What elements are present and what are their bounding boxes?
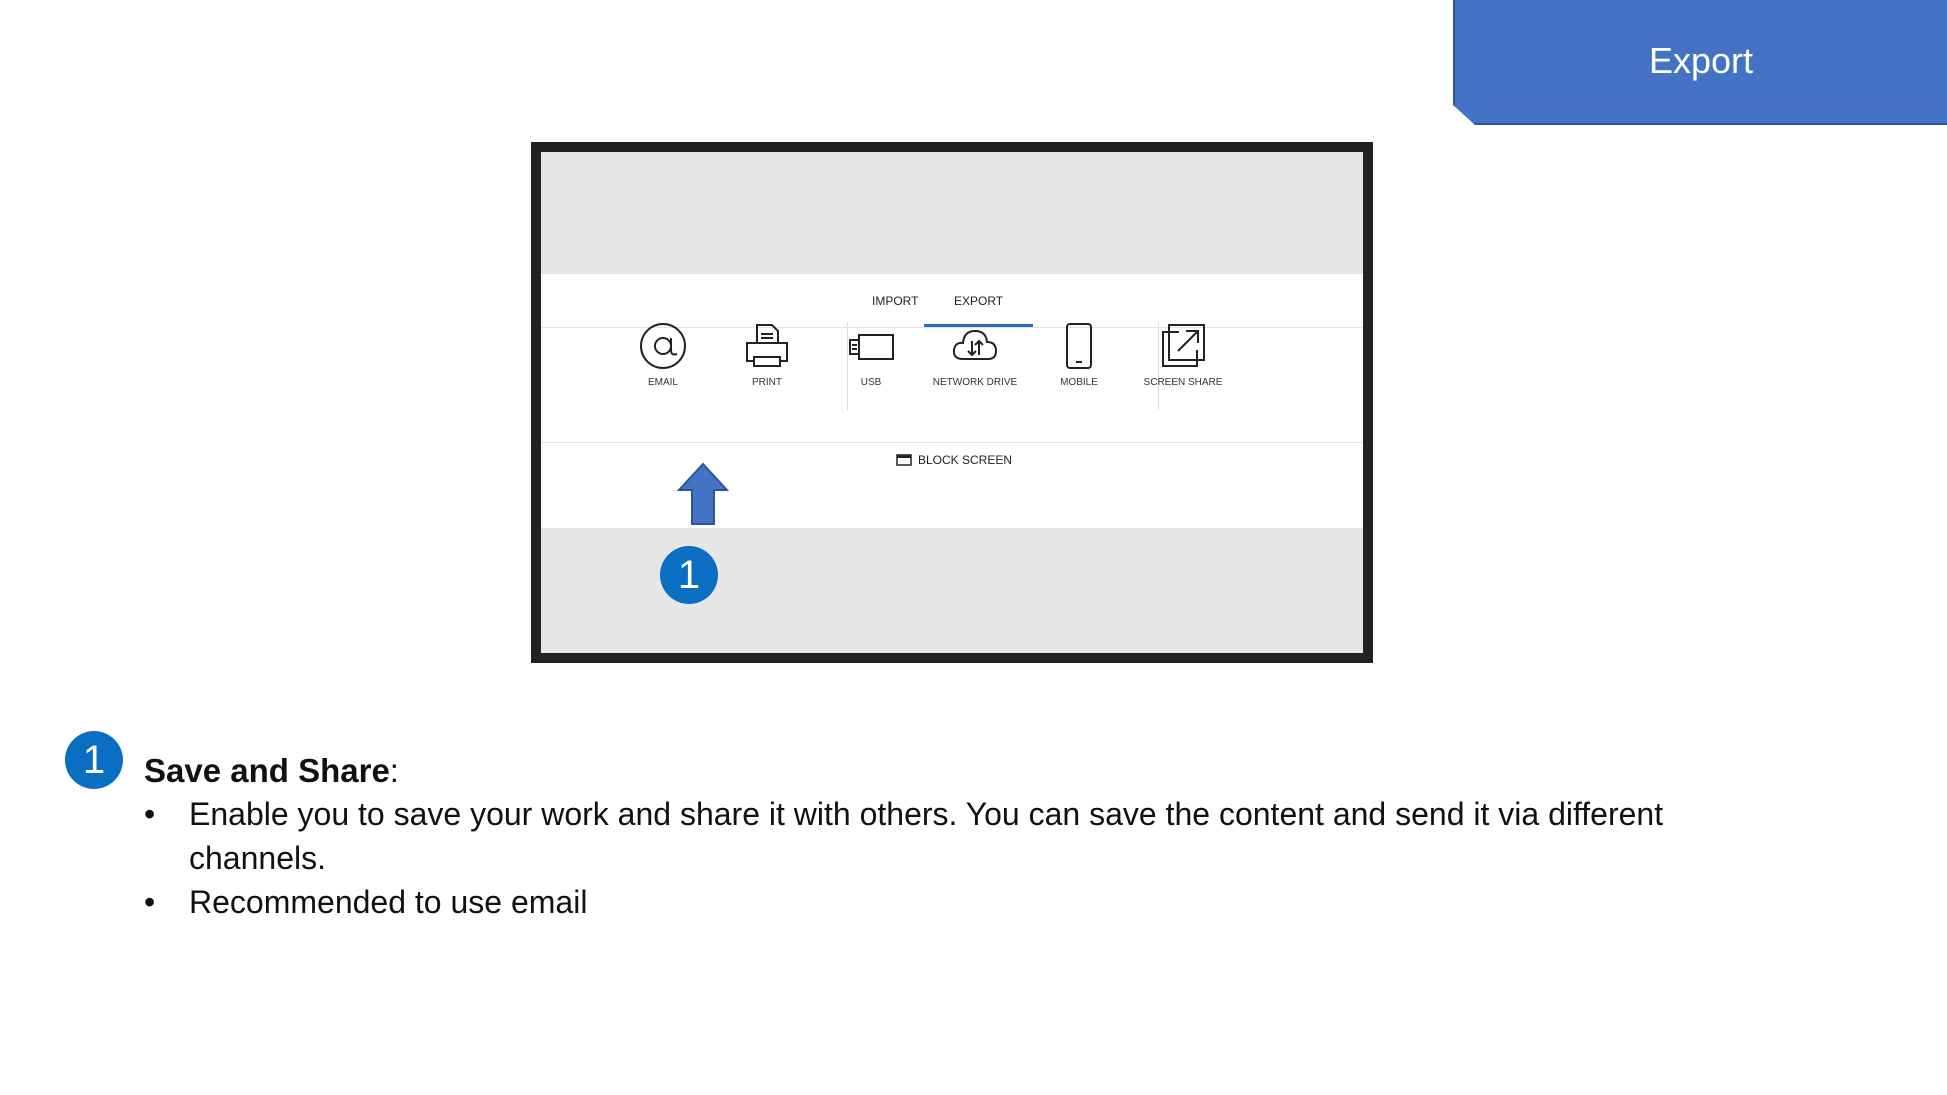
export-title-tab: Export [1453,0,1947,125]
note-heading: Save and Share: [144,752,399,790]
mobile-icon [1066,323,1092,369]
note-bullet-list: Enable you to save your work and share i… [144,792,1784,924]
note-number-badge: 1 [65,731,123,789]
block-screen-button[interactable]: BLOCK SCREEN [896,453,1012,467]
usb-option[interactable]: USB [826,321,916,388]
at-icon [640,323,686,369]
usb-icon [849,334,894,360]
print-option[interactable]: PRINT [722,321,812,388]
usb-label: USB [860,377,882,388]
email-label: EMAIL [647,377,678,388]
screenshot-frame: IMPORT EXPORT EMAIL PRINT USB NETWORK DR… [531,142,1373,663]
note-title: Save and Share [144,752,390,789]
share-panel: IMPORT EXPORT EMAIL PRINT USB NETWORK DR… [541,274,1363,528]
note-title-suffix: : [389,752,399,789]
screen-share-option[interactable]: SCREEN SHARE [1138,321,1228,388]
tab-import[interactable]: IMPORT [872,294,918,308]
page-title: Export [1648,40,1754,81]
tab-export[interactable]: EXPORT [923,294,1034,327]
list-item: Recommended to use email [144,880,1784,924]
email-option[interactable]: EMAIL [618,321,708,388]
list-item: Enable you to save your work and share i… [144,792,1784,880]
block-screen-label: BLOCK SCREEN [918,453,1013,467]
print-label: PRINT [752,377,782,388]
block-screen-bar[interactable]: BLOCK SCREEN [541,442,1363,475]
cloud-icon [952,329,998,360]
screen-share-label: SCREEN SHARE [1143,377,1223,388]
device-screen: IMPORT EXPORT EMAIL PRINT USB NETWORK DR… [541,152,1363,653]
up-arrow-icon [677,462,729,525]
mobile-label: MOBILE [1060,377,1098,388]
screen-share-icon [1162,324,1205,367]
network-drive-option[interactable]: NETWORK DRIVE [930,321,1020,388]
mobile-option[interactable]: MOBILE [1034,321,1124,388]
network-drive-label: NETWORK DRIVE [932,377,1018,388]
tab-bar: IMPORT EXPORT [541,274,1363,328]
marker-badge: 1 [660,546,718,604]
block-screen-icon [896,454,912,466]
printer-icon [746,324,788,367]
